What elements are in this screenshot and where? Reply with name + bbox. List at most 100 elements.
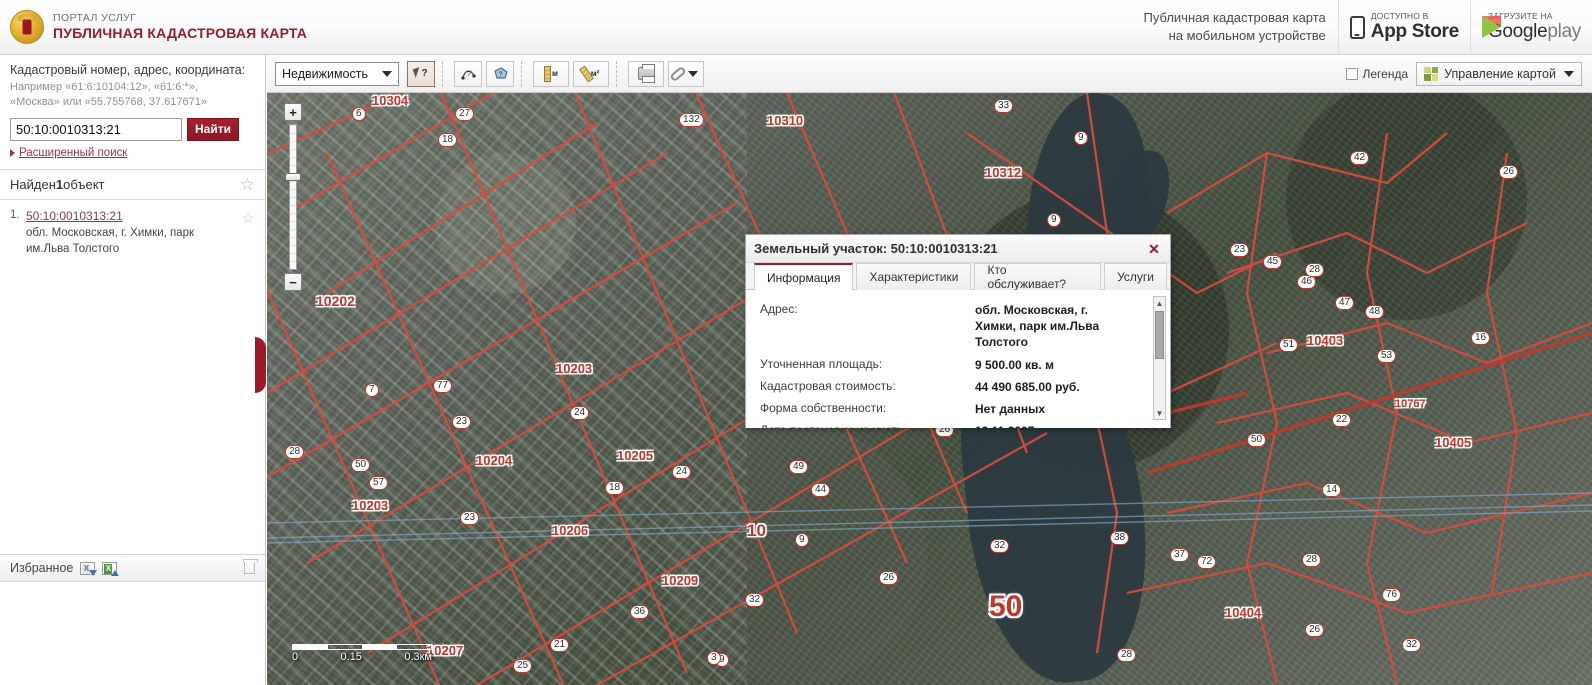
tab-characteristics[interactable]: Характеристики <box>856 263 972 290</box>
app-store-big-label: App Store <box>1370 20 1459 42</box>
close-icon[interactable]: ✕ <box>1146 241 1162 257</box>
layer-type-select[interactable]: Недвижимость <box>275 61 399 86</box>
result-address: обл. Московская, г. Химки, парк им.Льва … <box>26 226 195 255</box>
info-row-address: Адрес: обл. Московская, г. Химки, парк и… <box>746 299 1170 354</box>
map-toolbar: Недвижимость ? ? ? м м² Легенда Управлен… <box>267 55 1592 93</box>
mobile-promo-line2: на мобильном устройстве <box>1168 28 1326 43</box>
info-value-ownership: Нет данных <box>975 401 1046 416</box>
legend-checkbox[interactable] <box>1345 67 1358 80</box>
measure-area-tool-button[interactable]: м² <box>573 60 609 87</box>
app-store-badge[interactable]: Доступно в App Store <box>1337 0 1470 55</box>
share-chevron-down-icon <box>688 70 698 77</box>
zoom-slider-handle[interactable] <box>285 173 301 181</box>
parcel-info-popup: Земельный участок: 50:10:0010313:21 ✕ Ин… <box>745 234 1171 428</box>
zoom-out-button[interactable]: − <box>284 273 302 291</box>
search-hint-line1: Например «61:6:10104:12», «61:6:*», <box>10 81 198 93</box>
triangle-right-icon <box>10 148 15 157</box>
brand-text: ПОРТАЛ УСЛУГ ПУБЛИЧНАЯ КАДАСТРОВАЯ КАРТА <box>53 12 307 43</box>
import-excel-icon[interactable]: X <box>80 561 98 576</box>
favorite-all-star-icon[interactable]: ☆ <box>240 176 255 193</box>
google-play-badge[interactable]: ЗАГРУЗИТЕ НА Googleplay <box>1469 0 1592 55</box>
map-control-chevron-down-icon <box>1564 70 1574 77</box>
info-label-ownership: Форма собственности: <box>760 400 887 415</box>
favorite-star-icon[interactable]: ☆ <box>242 209 255 257</box>
results-list: 1. 50:10:0010313:21 обл. Московская, г. … <box>0 200 265 260</box>
toolbar-divider-2 <box>521 60 522 87</box>
legend-toggle[interactable]: Легенда <box>1345 66 1409 81</box>
share-link-tool-button[interactable] <box>668 60 704 87</box>
app-header: ПОРТАЛ УСЛУГ ПУБЛИЧНАЯ КАДАСТРОВАЯ КАРТА… <box>0 0 1592 55</box>
info-label-address: Адрес: <box>760 302 798 316</box>
toolbar-divider <box>442 60 443 87</box>
info-value-address: обл. Московская, г. Химки, парк им.Льва … <box>975 303 1100 350</box>
header-right: Публичная кадастровая карта на мобильном… <box>1143 0 1592 55</box>
scale-bar: 0 0.15 0.3км <box>292 644 432 663</box>
found-count: 1 <box>55 176 64 192</box>
toolbar-divider-3 <box>616 60 617 87</box>
google-play-labels: ЗАГРУЗИТЕ НА Googleplay <box>1488 12 1581 42</box>
iphone-icon <box>1349 15 1365 39</box>
advanced-search-label: Расширенный поиск <box>19 146 128 159</box>
left-sidebar: Кадастровый номер, адрес, координата: На… <box>0 55 266 685</box>
found-prefix: Найден <box>10 176 56 192</box>
svg-text:?: ? <box>467 71 471 78</box>
app-root: ПОРТАЛ УСЛУГ ПУБЛИЧНАЯ КАДАСТРОВАЯ КАРТА… <box>0 0 1592 685</box>
export-excel-icon[interactable]: X <box>102 561 120 576</box>
zoom-slider-track[interactable] <box>285 124 301 270</box>
sidebar-collapse-handle[interactable] <box>255 337 266 393</box>
brand-logo[interactable]: ПОРТАЛ УСЛУГ ПУБЛИЧНАЯ КАДАСТРОВАЯ КАРТА <box>0 10 307 44</box>
toolbar-right-group: Легенда Управление картой <box>1345 61 1592 86</box>
advanced-search-link[interactable]: Расширенный поиск <box>10 147 255 159</box>
select-query-tool-button[interactable]: ? <box>407 60 435 87</box>
tab-services[interactable]: Услуги <box>1104 263 1167 290</box>
popup-title: Земельный участок: 50:10:0010313:21 <box>754 241 998 256</box>
legend-label: Легенда <box>1362 66 1409 81</box>
info-value-date: 19.11.2007 <box>975 423 1034 428</box>
delete-favorites-icon[interactable] <box>243 559 258 574</box>
list-item[interactable]: 1. 50:10:0010313:21 обл. Московская, г. … <box>10 206 255 260</box>
google-play-big-label2: play <box>1547 20 1581 42</box>
search-button[interactable]: Найти <box>187 117 239 141</box>
ruler-length-icon <box>544 65 552 82</box>
chevron-down-icon <box>382 70 392 77</box>
tab-who-serves[interactable]: Кто обслуживает? <box>974 263 1102 291</box>
found-suffix: объект <box>63 176 105 192</box>
polyline-query-icon: ? <box>460 66 477 81</box>
search-input[interactable] <box>10 117 182 141</box>
zoom-in-button[interactable]: + <box>284 103 302 121</box>
scale-tick-0: 0 <box>292 651 299 663</box>
result-cadastral-link[interactable]: 50:10:0010313:21 <box>26 209 238 223</box>
google-play-small-label: ЗАГРУЗИТЕ НА <box>1487 11 1553 22</box>
scrollbar-thumb[interactable] <box>1155 311 1164 359</box>
favorites-label: Избранное <box>10 561 74 575</box>
print-tool-button[interactable] <box>628 60 664 87</box>
map-control-button[interactable]: Управление картой <box>1416 61 1582 86</box>
polyline-query-tool-button[interactable]: ? <box>454 60 482 87</box>
popup-scrollbar[interactable]: ▲ ▼ <box>1153 296 1166 420</box>
brand-subtitle: ПОРТАЛ УСЛУГ <box>53 11 137 24</box>
measure-length-label: м <box>552 69 558 78</box>
info-row-area: Уточненная площадь: 9 500.00 кв. м <box>746 354 1170 376</box>
measure-length-tool-button[interactable]: м <box>533 60 569 87</box>
info-label-cost: Кадастровая стоимость: <box>760 378 896 393</box>
brand-title: ПУБЛИЧНАЯ КАДАСТРОВАЯ КАРТА <box>53 24 308 41</box>
search-row: Найти <box>10 117 255 141</box>
favorites-bar: Избранное X X <box>0 554 265 582</box>
search-label: Кадастровый номер, адрес, координата: <box>10 63 246 77</box>
polygon-query-tool-button[interactable]: ? <box>486 60 514 87</box>
info-value-cost: 44 490 685.00 руб. <box>975 379 1080 394</box>
printer-icon <box>637 64 655 83</box>
app-store-labels: Доступно в App Store <box>1371 12 1459 42</box>
scale-bar-ticks: 0 0.15 0.3км <box>292 651 432 663</box>
tab-information[interactable]: Информация <box>754 263 854 290</box>
layer-type-value: Недвижимость <box>282 66 368 81</box>
info-row-cost: Кадастровая стоимость: 44 490 685.00 руб… <box>746 376 1170 398</box>
result-body: 50:10:0010313:21 обл. Московская, г. Хим… <box>26 209 238 257</box>
coat-of-arms-icon <box>10 10 44 44</box>
map-canvas[interactable]: 21 50 1030410310103121312102021020310313… <box>267 93 1592 685</box>
search-hint-line2: «Москва» или «55.755768, 37.617671» <box>10 95 207 108</box>
region-code-label: 50 <box>989 590 1023 623</box>
scroll-down-arrow-icon[interactable]: ▼ <box>1154 407 1165 419</box>
scale-bar-line <box>292 644 432 650</box>
scroll-up-arrow-icon[interactable]: ▲ <box>1154 297 1165 309</box>
